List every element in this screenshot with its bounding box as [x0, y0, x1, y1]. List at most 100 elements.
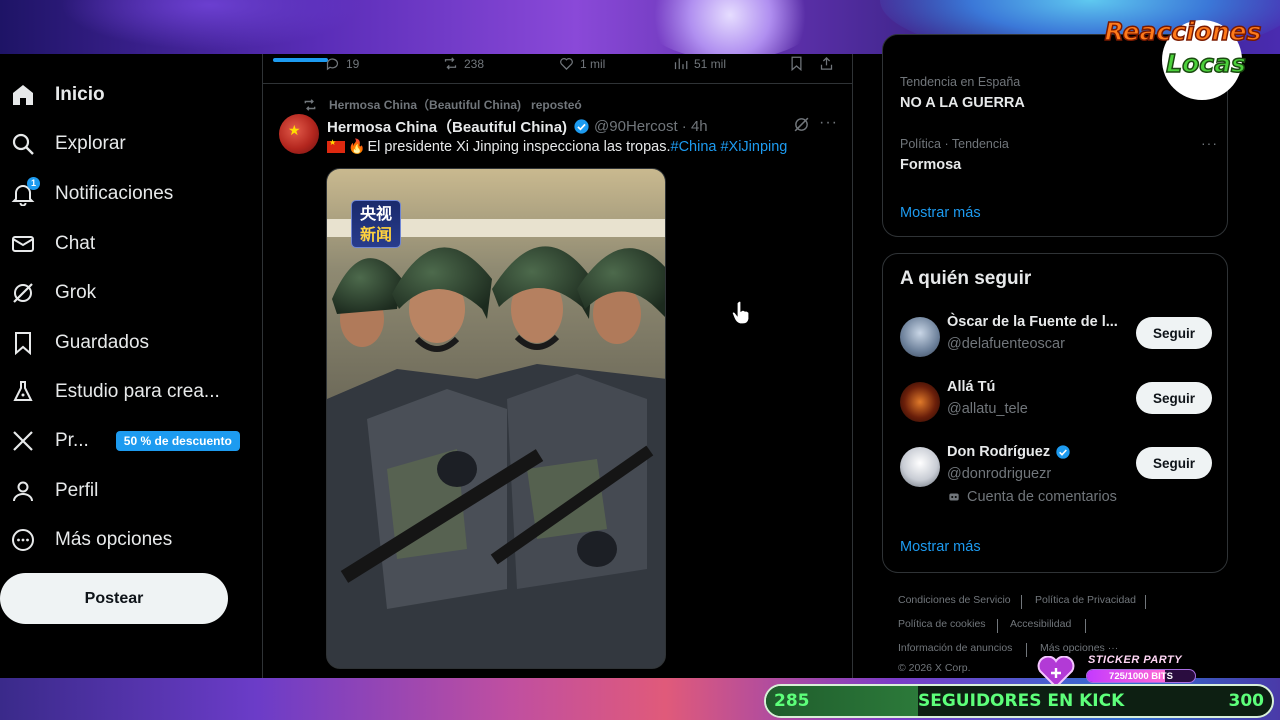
trend-item[interactable]: NO A LA GUERRA [900, 95, 1025, 111]
sidebar-item-grok[interactable]: Grok [10, 273, 96, 313]
fire-icon: 🔥 [348, 138, 366, 154]
repost-icon [444, 57, 457, 70]
sidebar-item-guardados[interactable]: Guardados [10, 323, 149, 363]
sidebar-item-estudio[interactable]: Estudio para crea... [10, 372, 220, 412]
reply-action[interactable]: 19 [325, 56, 359, 71]
star-icon: ★ [288, 122, 301, 138]
right-sidebar: Tendencia en España NO A LA GUERRA Polít… [853, 34, 1280, 678]
follow-button[interactable]: Seguir [1136, 447, 1212, 479]
verified-badge-icon [574, 119, 589, 134]
timeline: 19 238 1 mil 51 mil Hermosa China（Beauti… [262, 54, 853, 678]
svg-text:Locas: Locas [1166, 49, 1246, 78]
author-handle-time[interactable]: @90Hercost · 4h [594, 118, 708, 135]
sidebar-item-label: Estudio para crea... [55, 381, 220, 402]
like-action[interactable]: 1 mil [559, 56, 605, 71]
grok-icon[interactable] [793, 116, 810, 133]
flask-icon [10, 379, 36, 405]
cctv-news-logo: 央视 新闻 [351, 200, 401, 248]
suggestion-handle: @donrodriguezr [947, 466, 1052, 482]
copyright: © 2026 X Corp. [898, 662, 971, 674]
sidebar-item-perfil[interactable]: Perfil [10, 471, 98, 511]
reposted-label: reposteó [531, 97, 582, 112]
repost-action[interactable]: 238 [443, 56, 484, 71]
footer-link[interactable]: Información de anuncios [898, 642, 1012, 654]
sidebar-item-label: Grok [55, 282, 97, 303]
reply-icon [326, 58, 339, 71]
like-count: 1 mil [580, 56, 606, 71]
robot-icon [949, 493, 959, 501]
hand-cursor-icon [731, 300, 750, 325]
mail-icon [10, 231, 36, 257]
sidebar-item-label: Explorar [55, 133, 126, 154]
sidebar-item-inicio[interactable]: Inicio [10, 75, 105, 115]
footer-link[interactable]: Condiciones de Servicio [898, 594, 1011, 606]
suggestion-name: Òscar de la Fuente de l... [947, 314, 1118, 330]
verified-badge-icon [1056, 445, 1070, 459]
more-options-icon[interactable]: ··· [819, 114, 838, 132]
progress-indicator [273, 58, 328, 62]
more-options-icon[interactable]: ··· [1201, 135, 1218, 151]
discount-badge: 50 % de descuento [115, 431, 240, 451]
suggestion-handle: @delafuenteoscar [947, 336, 1065, 352]
section-title: A quién seguir [900, 268, 1032, 289]
show-more-link[interactable]: Mostrar más [900, 205, 981, 221]
x-logo-icon [10, 428, 36, 454]
sidebar-item-label: Más opciones [55, 529, 173, 550]
avatar[interactable] [900, 317, 940, 357]
show-more-link[interactable]: Mostrar más [900, 539, 981, 555]
footer-link[interactable]: Accesibilidad [1010, 618, 1071, 630]
footer-link[interactable]: Más opciones ··· [1040, 642, 1118, 654]
goal-start: 285 [774, 691, 810, 711]
repost-context[interactable]: Hermosa China（Beautiful China) reposteó [303, 96, 582, 113]
repost-author: Hermosa China（Beautiful China) [329, 98, 522, 112]
post-text: 🔥 El presidente Xi Jinping inspecciona l… [327, 138, 787, 155]
sticker-title: STICKER PARTY [1088, 654, 1183, 666]
follow-button[interactable]: Seguir [1136, 382, 1212, 414]
author-name[interactable]: Hermosa China（Beautiful China) [327, 116, 567, 137]
follow-suggestion[interactable]: Òscar de la Fuente de l... @delafuenteos… [900, 314, 1212, 364]
share-icon[interactable] [819, 56, 834, 71]
search-icon [10, 131, 36, 157]
follow-suggestion[interactable]: Don Rodríguez @donrodriguezr Cuenta de c… [900, 444, 1212, 514]
post-body: El presidente Xi Jinping inspecciona las… [367, 138, 671, 155]
trend-item[interactable]: Formosa [900, 157, 961, 173]
stream-logo: Reacciones Locas [1086, 0, 1280, 100]
sidebar-item-notificaciones[interactable]: 1 Notificaciones [10, 174, 173, 214]
avatar[interactable]: ★ [279, 114, 319, 154]
sticker-party-widget: STICKER PARTY 725/1000 BITS [1036, 654, 1206, 688]
bookmark-icon[interactable] [789, 56, 804, 71]
suggestion-name: Allá Tú [947, 379, 996, 395]
sidebar-item-chat[interactable]: Chat [10, 224, 95, 264]
sidebar-item-label: Perfil [55, 480, 99, 501]
post-media-image[interactable]: 央视 新闻 [326, 168, 666, 669]
grok-icon [10, 280, 36, 306]
goal-end: 300 [1228, 691, 1265, 711]
sticker-progress-value: 725/1000 BITS [1109, 671, 1173, 682]
post-button[interactable]: Postear [0, 573, 228, 624]
footer-link[interactable]: Política de Privacidad [1035, 594, 1136, 606]
views-icon [674, 58, 688, 70]
hashtag-link[interactable]: #China [671, 139, 717, 155]
sidebar-item-mas-opciones[interactable]: Más opciones [10, 520, 172, 560]
avatar[interactable] [900, 447, 940, 487]
more-circle-icon [10, 527, 36, 553]
sidebar-item-label: Guardados [55, 332, 150, 353]
person-icon [10, 478, 36, 504]
views-action[interactable]: 51 mil [673, 56, 726, 71]
repost-count: 238 [464, 56, 485, 71]
repost-icon [304, 98, 316, 111]
reply-count: 19 [346, 56, 360, 71]
sidebar-item-explorar[interactable]: Explorar [10, 124, 126, 164]
goal-label: SEGUIDORES EN KICK [918, 691, 1125, 711]
china-flag-icon [327, 138, 345, 153]
sidebar-item-premium[interactable]: Pr... 50 % de descuento [10, 421, 240, 461]
sidebar-nav: Inicio Explorar 1 Notificaciones Chat Gr… [0, 54, 262, 678]
follow-button[interactable]: Seguir [1136, 317, 1212, 349]
follow-suggestion[interactable]: Allá Tú @allatu_tele Seguir [900, 379, 1212, 429]
heart-icon [560, 58, 573, 71]
avatar[interactable] [900, 382, 940, 422]
views-count: 51 mil [694, 56, 727, 71]
follower-goal-bar: 285 SEGUIDORES EN KICK 300 [764, 684, 1274, 718]
footer-link[interactable]: Política de cookies [898, 618, 986, 630]
hashtag-link[interactable]: #XiJinping [720, 139, 787, 155]
